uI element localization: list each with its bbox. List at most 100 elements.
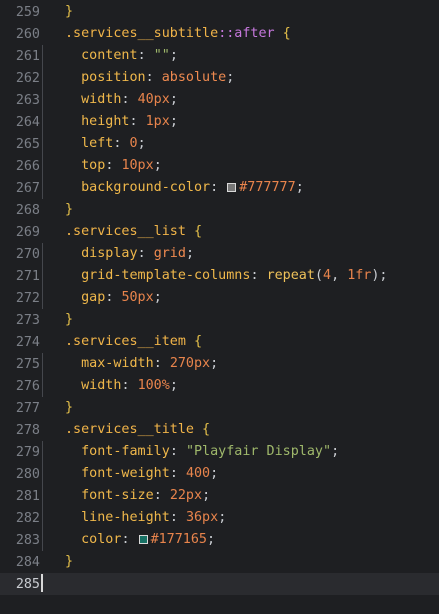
code-line[interactable]: 266 top: 10px;: [0, 155, 439, 177]
line-number: 274: [15, 334, 40, 350]
code-token: );: [371, 268, 388, 283]
code-line[interactable]: 269 .services__list {: [0, 221, 439, 243]
code-text[interactable]: .services__title {: [40, 419, 439, 441]
indent-guide: [42, 353, 43, 375]
code-editor[interactable]: 259} 260 .services__subtitle::after {261 c…: [0, 0, 439, 614]
code-text[interactable]: color: #177165;: [40, 529, 439, 551]
code-token: 50px: [121, 290, 154, 305]
code-text[interactable]: font-size: 22px;: [40, 485, 439, 507]
code-line[interactable]: 259}: [0, 1, 439, 23]
code-token: width: [81, 378, 122, 393]
indent-guide: [42, 177, 43, 199]
code-line[interactable]: 283 color: #177165;: [0, 529, 439, 551]
code-token: .services__title: [65, 422, 194, 437]
code-text[interactable]: height: 1px;: [40, 111, 439, 133]
code-token: :: [137, 246, 154, 261]
code-line[interactable]: 279 font-family: "Playfair Display";: [0, 441, 439, 463]
code-token: :: [113, 136, 130, 151]
code-token: background-color: [81, 180, 211, 195]
code-token: :: [121, 92, 138, 107]
code-text[interactable]: grid-template-columns: repeat(4, 1fr);: [40, 265, 439, 287]
code-token: left: [81, 136, 114, 151]
code-line[interactable]: 273}: [0, 309, 439, 331]
code-line[interactable]: 275 max-width: 270px;: [0, 353, 439, 375]
code-line[interactable]: 262 position: absolute;: [0, 67, 439, 89]
code-token: 400: [185, 466, 211, 481]
code-text[interactable]: font-family: "Playfair Display";: [40, 441, 439, 463]
code-line[interactable]: 272 gap: 50px;: [0, 287, 439, 309]
code-text[interactable]: line-height: 36px;: [40, 507, 439, 529]
code-text[interactable]: }: [40, 309, 439, 331]
code-text[interactable]: left: 0;: [40, 133, 439, 155]
code-line[interactable]: 267 background-color: #777777;: [0, 177, 439, 199]
line-number: 269: [15, 224, 40, 240]
code-line[interactable]: 278 .services__title {: [0, 419, 439, 441]
code-line[interactable]: 281 font-size: 22px;: [0, 485, 439, 507]
indent-guide: [42, 67, 43, 89]
code-line[interactable]: 261 content: "";: [0, 45, 439, 67]
code-line[interactable]: 274 .services__item {: [0, 331, 439, 353]
code-text[interactable]: width: 40px;: [40, 89, 439, 111]
code-text[interactable]: .services__list {: [40, 221, 439, 243]
code-text[interactable]: .services__item {: [40, 331, 439, 353]
code-token: ;: [185, 246, 194, 261]
code-text[interactable]: top: 10px;: [40, 155, 439, 177]
code-token: :: [105, 290, 122, 305]
code-token: repeat: [266, 268, 315, 283]
line-number: 264: [15, 114, 40, 130]
code-line[interactable]: 260 .services__subtitle::after {: [0, 23, 439, 45]
line-number: 263: [15, 92, 40, 108]
indent-guide: [42, 507, 43, 529]
code-token: "": [153, 48, 170, 63]
code-token: 100%: [137, 378, 170, 393]
code-line[interactable]: 271 grid-template-columns: repeat(4, 1fr…: [0, 265, 439, 287]
code-line[interactable]: 268}: [0, 199, 439, 221]
code-text[interactable]: width: 100%;: [40, 375, 439, 397]
line-number: 262: [15, 70, 40, 86]
color-swatch-icon[interactable]: [227, 183, 237, 192]
code-text[interactable]: .services__subtitle::after {: [40, 23, 439, 45]
indent-guide: [42, 529, 43, 551]
code-token: ;: [169, 378, 178, 393]
code-text[interactable]: background-color: #777777;: [40, 177, 439, 199]
code-line[interactable]: 263 width: 40px;: [0, 89, 439, 111]
code-line[interactable]: 284}: [0, 551, 439, 573]
code-token: }: [65, 554, 74, 569]
code-text[interactable]: }: [40, 199, 439, 221]
line-number: 266: [15, 158, 40, 174]
code-token: ;: [137, 136, 146, 151]
code-token: ;: [153, 158, 162, 173]
code-text[interactable]: max-width: 270px;: [40, 353, 439, 375]
code-line[interactable]: 264 height: 1px;: [0, 111, 439, 133]
code-token: absolute: [161, 70, 227, 85]
code-line[interactable]: 285: [0, 573, 439, 595]
line-number: 271: [15, 268, 40, 284]
line-number: 275: [15, 356, 40, 372]
code-token: ;: [202, 488, 211, 503]
code-text[interactable]: [40, 573, 439, 595]
code-line[interactable]: 265 left: 0;: [0, 133, 439, 155]
code-text[interactable]: }: [40, 397, 439, 419]
code-text[interactable]: display: grid;: [40, 243, 439, 265]
indent-guide: [42, 111, 43, 133]
color-swatch-icon[interactable]: [138, 535, 148, 544]
code-token: (: [314, 268, 323, 283]
code-text[interactable]: position: absolute;: [40, 67, 439, 89]
code-line[interactable]: 282 line-height: 36px;: [0, 507, 439, 529]
code-line[interactable]: 270 display: grid;: [0, 243, 439, 265]
code-text[interactable]: }: [40, 1, 439, 23]
code-token: display: [81, 246, 138, 261]
code-text[interactable]: font-weight: 400;: [40, 463, 439, 485]
code-text[interactable]: gap: 50px;: [40, 287, 439, 309]
code-token: :: [137, 48, 154, 63]
line-number: 278: [15, 422, 40, 438]
code-line[interactable]: 280 font-weight: 400;: [0, 463, 439, 485]
code-line[interactable]: 276 width: 100%;: [0, 375, 439, 397]
code-token: :: [153, 356, 170, 371]
code-line[interactable]: 277}: [0, 397, 439, 419]
code-token: ;: [153, 290, 162, 305]
code-token: .services__subtitle: [65, 26, 219, 41]
code-token: #777777: [239, 180, 296, 195]
code-text[interactable]: content: "";: [40, 45, 439, 67]
code-text[interactable]: }: [40, 551, 439, 573]
